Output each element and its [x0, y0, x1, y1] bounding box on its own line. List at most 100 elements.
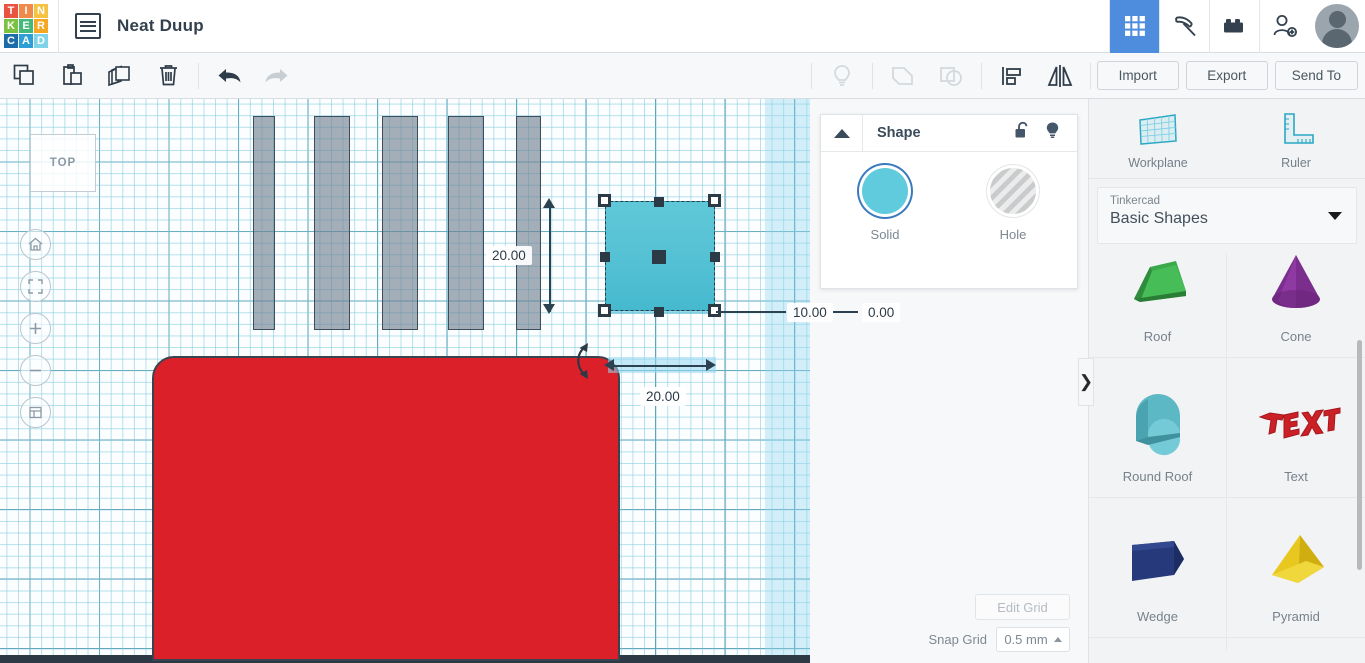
shape-next-row-left[interactable] [1089, 638, 1227, 650]
topbar-divider [58, 0, 59, 53]
zoom-out-button[interactable] [20, 355, 51, 386]
shape-library-scrollbar[interactable] [1357, 340, 1362, 570]
undo-button[interactable] [205, 53, 253, 99]
shape-library-scroll[interactable]: Roof Cone Round Roof Text Wedge Pyramid [1089, 254, 1365, 650]
topbar-right-group [1109, 0, 1365, 53]
learn-pickaxe-icon[interactable] [1159, 0, 1209, 53]
grey-bar-2[interactable] [314, 116, 350, 330]
tinkercad-app: T I N K E R C A D Neat Duup Import Expor… [0, 0, 1365, 663]
gallery-grid-icon[interactable] [1109, 0, 1159, 53]
resize-handle-right-mid[interactable] [710, 252, 720, 262]
shape-text-label: Text [1284, 469, 1308, 484]
snap-grid-select[interactable]: 0.5 mm [996, 627, 1070, 652]
shape-wedge[interactable]: Wedge [1089, 498, 1227, 638]
logo-letter-d: D [34, 34, 48, 48]
height-adjust-handle[interactable] [652, 250, 666, 264]
delete-button[interactable] [144, 53, 192, 99]
pyramid-icon [1250, 523, 1342, 601]
shape-inspector-panel: Shape Solid Hole [820, 114, 1078, 289]
cone-icon [1250, 254, 1342, 321]
shape-round-roof[interactable]: Round Roof [1089, 358, 1227, 498]
snap-grid-value: 0.5 mm [1004, 632, 1048, 647]
shape-library-dropdown[interactable]: Tinkercad Basic Shapes [1097, 187, 1357, 244]
ruler-tool[interactable]: Ruler [1227, 99, 1365, 178]
export-button[interactable]: Export [1185, 61, 1268, 90]
width-dim-arrow-right [706, 359, 716, 371]
top-bar: T I N K E R C A D Neat Duup [0, 0, 1365, 53]
shape-cone-label: Cone [1280, 329, 1312, 344]
hole-swatch[interactable]: Hole [949, 168, 1077, 242]
height-dim-arrow-top [543, 198, 555, 208]
blocks-brick-icon[interactable] [1209, 0, 1259, 53]
library-dropdown-wrap: Tinkercad Basic Shapes [1089, 179, 1365, 254]
page-title: Neat Duup [117, 16, 204, 35]
duplicate-button[interactable] [96, 53, 144, 99]
shape-roof-label: Roof [1143, 329, 1172, 344]
height-dim-arrow-bottom [543, 304, 555, 314]
resize-handle-top-right[interactable] [708, 194, 721, 207]
shape-wedge-label: Wedge [1137, 609, 1178, 624]
red-slab[interactable] [152, 356, 620, 661]
invite-person-icon[interactable] [1259, 0, 1309, 53]
zero-leader-line [833, 311, 858, 313]
resize-handle-left-mid[interactable] [600, 252, 610, 262]
roof-icon [1112, 254, 1204, 321]
height-dimension-label[interactable]: 20.00 [486, 246, 532, 265]
zero-dimension-label[interactable]: 0.00 [862, 303, 901, 322]
shape-cone[interactable]: Cone [1227, 254, 1365, 358]
view-cube[interactable]: TOP [30, 134, 96, 192]
solid-swatch[interactable]: Solid [821, 168, 949, 242]
logo-letter-c: C [4, 34, 18, 48]
resize-handle-top-left[interactable] [598, 194, 611, 207]
document-list-icon[interactable] [75, 13, 101, 39]
grid-controls: Edit Grid Snap Grid 0.5 mm [820, 586, 1078, 656]
mirror-button[interactable] [1036, 53, 1084, 99]
zoom-in-button[interactable] [20, 313, 51, 344]
shapes-panel: Workplane Ruler Tinkercad Basic Shapes R… [1088, 99, 1365, 663]
unlock-icon[interactable] [1014, 121, 1031, 145]
shape-pyramid[interactable]: Pyramid [1227, 498, 1365, 638]
ungroup-button[interactable] [927, 53, 975, 99]
shape-library-grid: Roof Cone Round Roof Text Wedge Pyramid [1089, 254, 1365, 650]
fit-to-view-button[interactable] [20, 271, 51, 302]
import-button[interactable]: Import [1096, 61, 1179, 90]
resize-handle-bottom-mid[interactable] [654, 307, 664, 317]
avatar[interactable] [1309, 0, 1365, 53]
align-button[interactable] [988, 53, 1036, 99]
chevron-down-icon [1328, 212, 1342, 220]
edit-grid-button[interactable]: Edit Grid [975, 594, 1070, 620]
caret-up-icon [1053, 637, 1062, 642]
paste-button[interactable] [48, 53, 96, 99]
resize-handle-top-mid[interactable] [654, 197, 664, 207]
solid-swatch-label: Solid [870, 227, 900, 242]
hole-swatch-label: Hole [999, 227, 1027, 242]
lightbulb-icon[interactable] [1044, 121, 1061, 146]
send-to-button[interactable]: Send To [1274, 61, 1358, 90]
group-button[interactable] [879, 53, 927, 99]
shape-roof[interactable]: Roof [1089, 254, 1227, 358]
workplane-tool[interactable]: Workplane [1089, 99, 1227, 178]
offset-dimension-label[interactable]: 10.00 [787, 303, 833, 322]
home-view-button[interactable] [20, 229, 51, 260]
grey-bar-1[interactable] [253, 116, 275, 330]
panel-collapse-tab[interactable]: ❯ [1078, 358, 1094, 406]
grey-bar-5[interactable] [516, 116, 541, 330]
shape-next-row-right[interactable] [1227, 638, 1365, 650]
inspector-body: Solid Hole [821, 152, 1077, 242]
shape-pyramid-label: Pyramid [1272, 609, 1320, 624]
rotate-handle[interactable] [568, 339, 594, 388]
ortho-perspective-toggle[interactable] [20, 397, 51, 428]
inspector-collapse-arrow[interactable] [821, 114, 863, 152]
note-lightbulb-button[interactable] [818, 53, 866, 99]
resize-handle-bottom-left[interactable] [598, 304, 611, 317]
tinkercad-logo[interactable]: T I N K E R C A D [4, 4, 48, 48]
logo-letter-i: I [19, 4, 33, 18]
copy-button[interactable] [0, 53, 48, 99]
redo-button[interactable] [253, 53, 301, 99]
shape-text[interactable]: Text [1227, 358, 1365, 498]
navigation-buttons [20, 229, 51, 439]
library-dropdown-sublabel: Tinkercad [1110, 195, 1161, 207]
width-dimension-label[interactable]: 20.00 [640, 387, 686, 406]
grey-bar-3[interactable] [382, 116, 418, 330]
grey-bar-4[interactable] [448, 116, 484, 330]
